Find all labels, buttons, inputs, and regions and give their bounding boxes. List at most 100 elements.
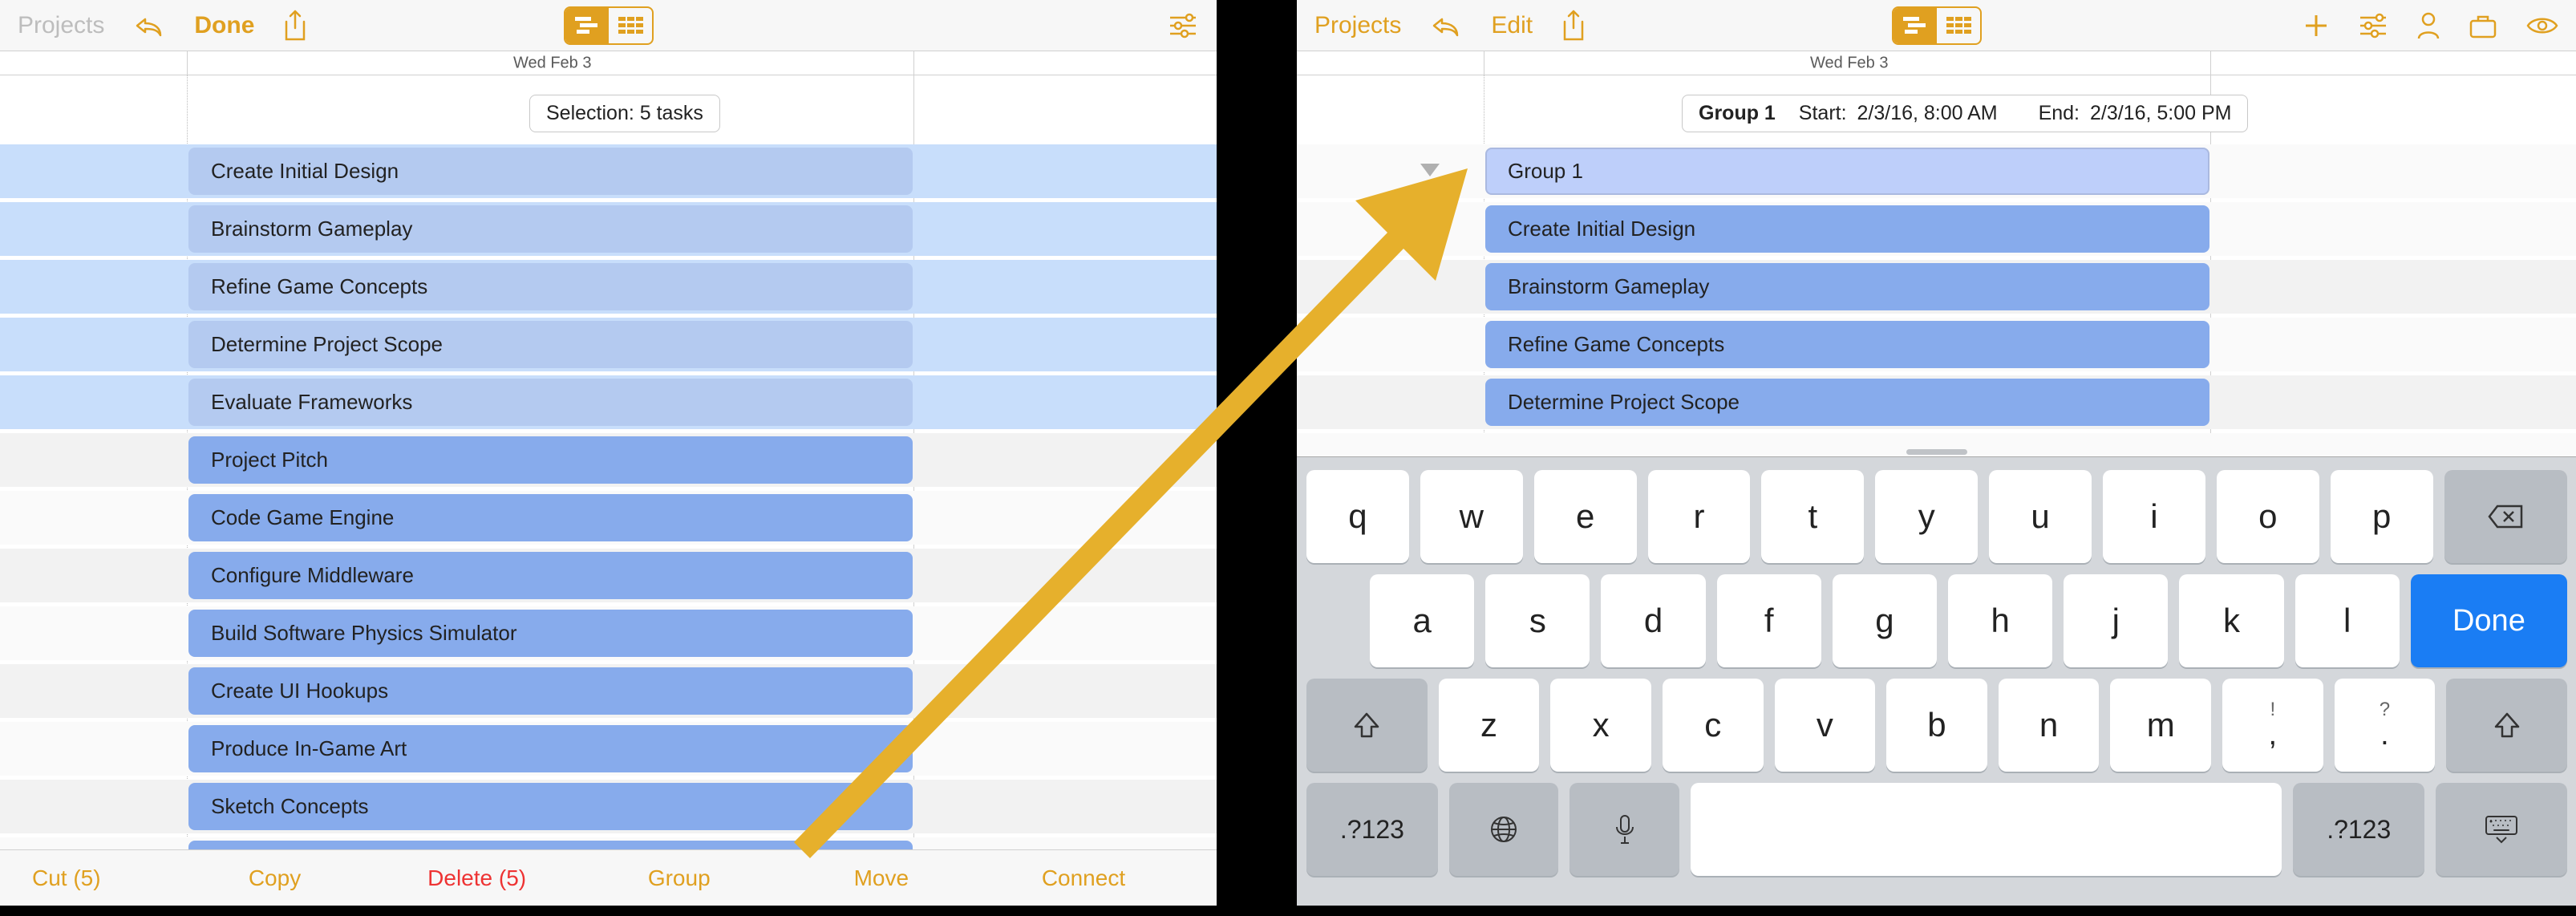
task-bar[interactable]: Create UI Hookups: [188, 667, 913, 715]
key-k[interactable]: k: [2179, 574, 2283, 667]
delete-button[interactable]: Delete (5): [376, 865, 578, 891]
key-x[interactable]: x: [1550, 679, 1651, 772]
shift-key[interactable]: [1306, 679, 1428, 772]
task-bar[interactable]: Configure Middleware: [188, 552, 913, 599]
view-segmented-control[interactable]: [1892, 6, 1982, 45]
key-b[interactable]: b: [1886, 679, 1987, 772]
task-bar[interactable]: Project Pitch: [188, 436, 913, 484]
space-key[interactable]: [1691, 783, 2282, 876]
task-bar[interactable]: Evaluate Frameworks: [188, 379, 913, 426]
task-bar[interactable]: Build Software Physics Simulator: [188, 610, 913, 657]
briefcase-icon[interactable]: [2468, 13, 2498, 39]
key-f[interactable]: f: [1717, 574, 1821, 667]
view-list-icon[interactable]: [609, 8, 652, 43]
share-icon[interactable]: [1560, 9, 1587, 43]
key-g[interactable]: g: [1833, 574, 1937, 667]
group-button[interactable]: Group: [578, 865, 780, 891]
task-bar[interactable]: Produce In-Game Art: [188, 725, 913, 772]
key-comma[interactable]: !,: [2222, 679, 2323, 772]
done-button[interactable]: Done: [194, 12, 254, 39]
task-row[interactable]: Brainstorm Gameplay: [0, 202, 1217, 256]
task-bar[interactable]: Brainstorm Gameplay: [188, 205, 913, 253]
task-bar[interactable]: Code Game Engine: [188, 494, 913, 541]
key-w[interactable]: w: [1420, 470, 1523, 563]
task-row[interactable]: Determine Project Scope: [0, 318, 1217, 371]
key-q[interactable]: q: [1306, 470, 1409, 563]
task-bar[interactable]: Sketch Concepts: [188, 783, 913, 830]
back-projects-button[interactable]: Projects: [1314, 12, 1401, 39]
numeric-key[interactable]: .?123: [2293, 783, 2424, 876]
task-row[interactable]: Project Pitch: [0, 433, 1217, 487]
key-e[interactable]: e: [1534, 470, 1637, 563]
task-bar[interactable]: Brainstorm Gameplay: [1485, 263, 2209, 310]
task-bar[interactable]: Create Initial Design: [188, 148, 913, 195]
task-row[interactable]: Create Initial Design: [0, 144, 1217, 198]
done-key[interactable]: Done: [2411, 574, 2567, 667]
copy-button[interactable]: Copy: [173, 865, 375, 891]
keyboard-grabber[interactable]: [1906, 449, 1967, 455]
key-u[interactable]: u: [1989, 470, 2092, 563]
add-icon[interactable]: [2303, 12, 2330, 39]
gantt-content[interactable]: Group 1 Start: 2/3/16, 8:00 AM End: 2/3/…: [1297, 75, 2576, 456]
task-row[interactable]: Evaluate Frameworks: [0, 375, 1217, 429]
person-icon[interactable]: [2416, 11, 2440, 40]
gantt-content[interactable]: Selection: 5 tasks Create Initial Design…: [0, 75, 1217, 849]
shift-key[interactable]: [2446, 679, 2567, 772]
onscreen-keyboard[interactable]: qwertyuiop asdfghjklDone zxcvbnm!,?. .?1…: [1297, 456, 2576, 906]
key-d[interactable]: d: [1601, 574, 1705, 667]
group-title-label[interactable]: Group 1: [1508, 159, 1583, 184]
view-gantt-icon[interactable]: [565, 8, 609, 43]
key-a[interactable]: a: [1370, 574, 1474, 667]
task-row[interactable]: Build Software Physics Simulator: [0, 606, 1217, 660]
key-m[interactable]: m: [2110, 679, 2211, 772]
key-y[interactable]: y: [1875, 470, 1978, 563]
task-bar[interactable]: Refine Game Concepts: [188, 263, 913, 310]
key-j[interactable]: j: [2064, 574, 2168, 667]
task-bar[interactable]: Refine Game Concepts: [1485, 321, 2209, 368]
view-gantt-icon[interactable]: [1894, 8, 1937, 43]
view-segmented-control[interactable]: [564, 6, 654, 45]
task-row[interactable]: Produce In-Game Art: [0, 722, 1217, 776]
task-bar[interactable]: Determine Project Scope: [1485, 379, 2209, 426]
key-n[interactable]: n: [1999, 679, 2100, 772]
key-p[interactable]: p: [2331, 470, 2433, 563]
filter-icon[interactable]: [2357, 13, 2389, 39]
filter-icon[interactable]: [1167, 13, 1199, 39]
key-z[interactable]: z: [1439, 679, 1540, 772]
task-bar[interactable]: Determine Project Scope: [188, 321, 913, 368]
numeric-key[interactable]: .?123: [1306, 783, 1438, 876]
task-row[interactable]: Refine Game Concepts: [1297, 318, 2576, 371]
view-list-icon[interactable]: [1937, 8, 1980, 43]
move-button[interactable]: Move: [780, 865, 982, 891]
key-s[interactable]: s: [1485, 574, 1590, 667]
key-r[interactable]: r: [1648, 470, 1751, 563]
group-detail-pill[interactable]: Group 1 Start: 2/3/16, 8:00 AM End: 2/3/…: [1682, 95, 2248, 132]
task-row[interactable]: Code Game Engine: [0, 491, 1217, 545]
key-v[interactable]: v: [1775, 679, 1876, 772]
key-l[interactable]: l: [2295, 574, 2400, 667]
key-h[interactable]: h: [1948, 574, 2052, 667]
dictation-key[interactable]: [1569, 783, 1679, 876]
task-row[interactable]: Create UI Hookups: [0, 664, 1217, 718]
key-period[interactable]: ?.: [2335, 679, 2436, 772]
task-row[interactable]: Refine Game Concepts: [0, 260, 1217, 314]
undo-icon[interactable]: [132, 11, 167, 40]
key-o[interactable]: o: [2217, 470, 2319, 563]
task-row[interactable]: Determine Project Scope: [1297, 375, 2576, 429]
task-row[interactable]: Brainstorm Gameplay: [1297, 260, 2576, 314]
eye-icon[interactable]: [2525, 15, 2559, 36]
task-row[interactable]: Group 1: [1297, 144, 2576, 198]
globe-key[interactable]: [1449, 783, 1559, 876]
share-icon[interactable]: [281, 9, 309, 43]
dismiss-keyboard-key[interactable]: [2436, 783, 2567, 876]
undo-icon[interactable]: [1428, 11, 1464, 40]
edit-button[interactable]: Edit: [1491, 12, 1533, 39]
task-row[interactable]: Configure Middleware: [0, 549, 1217, 602]
key-i[interactable]: i: [2103, 470, 2205, 563]
backspace-key[interactable]: [2444, 470, 2567, 563]
group-bar[interactable]: Group 1: [1485, 148, 2209, 195]
connect-button[interactable]: Connect: [982, 865, 1185, 891]
cut-button[interactable]: Cut (5): [32, 865, 173, 891]
task-row[interactable]: Create Initial Design: [1297, 202, 2576, 256]
task-row[interactable]: Sketch Concepts: [0, 780, 1217, 833]
